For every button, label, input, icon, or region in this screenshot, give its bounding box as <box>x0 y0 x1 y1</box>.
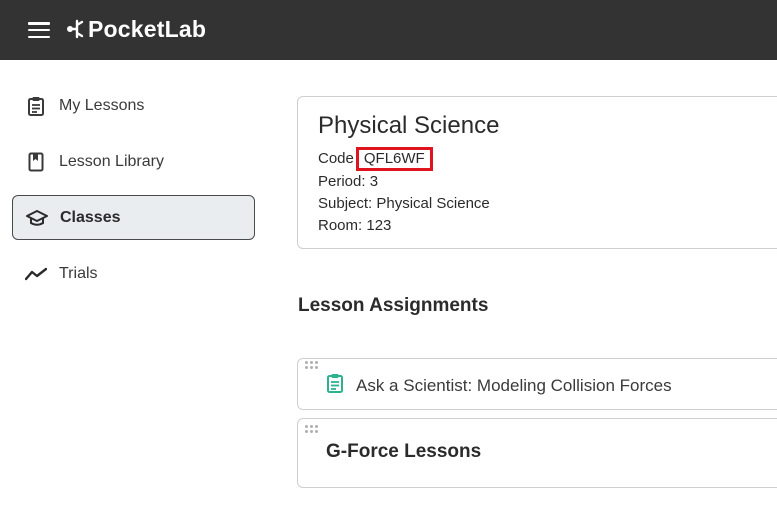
sidebar-item-label: My Lessons <box>59 96 145 114</box>
class-title: Physical Science <box>318 112 500 139</box>
sidebar-item-label: Lesson Library <box>59 152 164 170</box>
drag-handle-icon[interactable] <box>305 361 319 371</box>
sidebar-item-trials[interactable]: Trials <box>12 251 255 296</box>
clipboard-icon <box>326 373 344 398</box>
assignment-title: Ask a Scientist: Modeling Collision Forc… <box>356 375 672 395</box>
lesson-assignments-heading: Lesson Assignments <box>298 295 489 316</box>
pocketlab-logo-icon <box>67 19 84 39</box>
app-name: PocketLab <box>88 15 207 42</box>
sidebar-item-my-lessons[interactable]: My Lessons <box>12 83 255 128</box>
assignment-group[interactable]: G-Force Lessons <box>297 418 777 488</box>
sidebar-item-label: Classes <box>60 208 121 226</box>
assignment-group-title: G-Force Lessons <box>326 441 482 462</box>
sidebar-item-lesson-library[interactable]: Lesson Library <box>12 139 255 184</box>
app-logo[interactable]: PocketLab <box>66 14 206 44</box>
book-icon <box>25 151 47 173</box>
class-code-label: Code <box>318 150 354 167</box>
sidebar-item-label: Trials <box>59 264 98 282</box>
trend-line-icon <box>25 263 47 285</box>
top-app-bar: PocketLab <box>0 0 777 60</box>
sidebar-item-classes[interactable]: Classes <box>12 195 255 240</box>
clipboard-icon <box>25 95 47 117</box>
class-code-value[interactable]: QFL6WF <box>355 147 433 171</box>
graduation-cap-icon <box>26 207 48 229</box>
class-code-line: Code QFL6WF <box>318 147 776 171</box>
drag-handle-icon[interactable] <box>305 425 319 435</box>
hamburger-menu-icon[interactable] <box>27 20 51 40</box>
class-period: Period: 3 <box>318 173 379 190</box>
assignment-item[interactable]: Ask a Scientist: Modeling Collision Forc… <box>297 358 777 410</box>
class-info-card: Physical Science Code QFL6WF Period: 3 Su… <box>297 96 777 249</box>
class-room: Room: 123 <box>318 217 392 234</box>
class-subject: Subject: Physical Science <box>318 195 490 212</box>
assignment-row: Ask a Scientist: Modeling Collision Forc… <box>326 373 672 398</box>
